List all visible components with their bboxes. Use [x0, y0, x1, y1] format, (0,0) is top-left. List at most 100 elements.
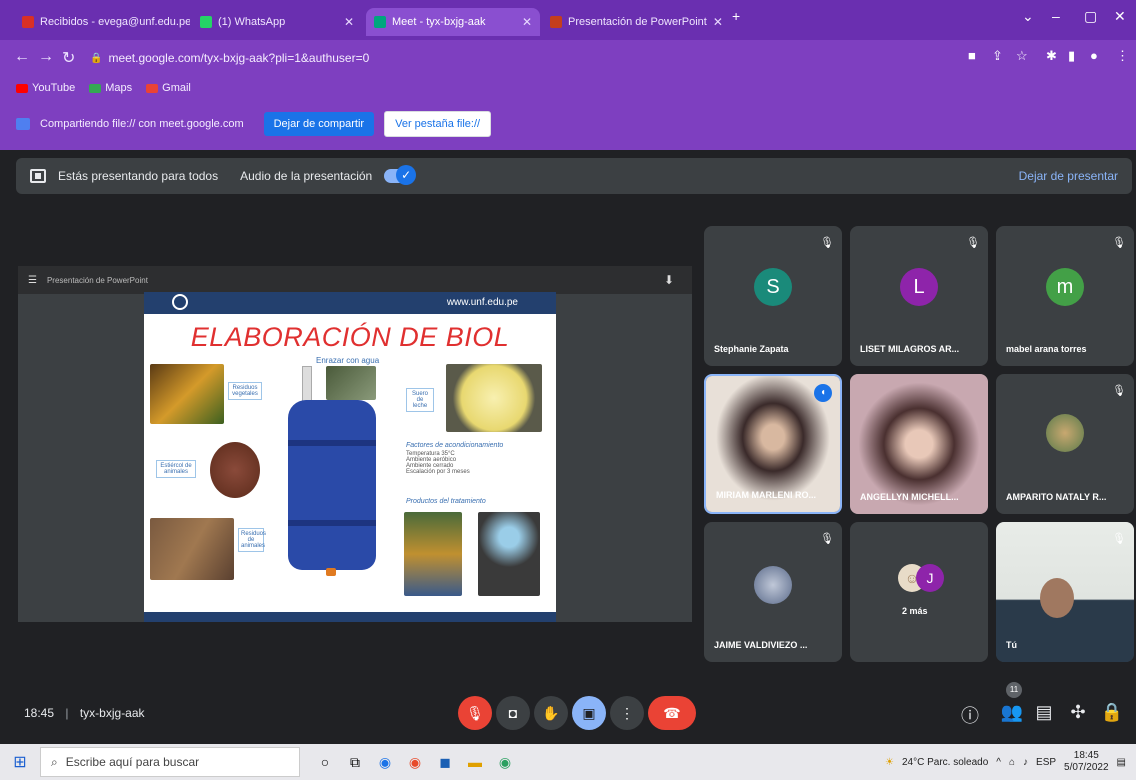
participant-tile[interactable]: 🎙 L LISET MILAGROS AR... [850, 226, 988, 366]
menu-icon[interactable]: ⋮ [1116, 48, 1129, 64]
file-explorer-icon[interactable]: ▬ [460, 754, 490, 770]
taskbar-search[interactable]: ⌕ Escribe aquí para buscar [40, 747, 300, 777]
camera-icon[interactable]: ■ [968, 48, 976, 63]
mic-button[interactable]: 🎙 [458, 696, 492, 730]
participant-tile[interactable]: ◖ MIRIAM MARLENI RO... [704, 374, 842, 514]
powerpoint-icon [550, 16, 562, 28]
network-icon[interactable]: ⌂ [1009, 757, 1015, 768]
hang-up-button[interactable]: ☎ [648, 696, 696, 730]
host-controls-icon[interactable]: 🔒 [1100, 702, 1124, 723]
profile-icon[interactable]: ● [1090, 48, 1098, 63]
liquid-photo [404, 512, 462, 596]
cortana-icon[interactable]: ○ [310, 754, 340, 770]
new-tab-icon[interactable]: + [732, 8, 740, 24]
tab-meet[interactable]: Meet - tyx-bxjg-aak ✕ [366, 8, 540, 36]
participant-tile[interactable]: 🎙 JAIME VALDIVIEZO ... [704, 522, 842, 662]
download-icon[interactable]: ⬇ [664, 273, 674, 287]
slide-header: www.unf.edu.pe [144, 292, 556, 314]
chrome-icon[interactable]: ◉ [400, 754, 430, 771]
tab-label: Presentación de PowerPoint [568, 16, 707, 28]
edge-icon[interactable]: ◉ [370, 754, 400, 771]
menu-icon[interactable]: ☰ [28, 275, 37, 286]
close-icon[interactable]: ✕ [344, 15, 354, 29]
participant-tile[interactable]: ANGELLYN MICHELL... [850, 374, 988, 514]
address-bar[interactable]: 🔒 meet.google.com/tyx-bxjg-aak?pli=1&aut… [90, 46, 940, 70]
window-icon[interactable]: ▮ [1068, 48, 1075, 64]
manure-photo [210, 442, 260, 498]
participant-tile[interactable]: 🎙 AMPARITO NATALY R... [996, 374, 1134, 514]
activities-icon[interactable]: ✣ [1066, 702, 1090, 723]
participant-name: JAIME VALDIVIEZO ... [714, 640, 808, 650]
tab-label: Recibidos - evega@unf.edu.pe [40, 16, 190, 28]
whey-photo [446, 364, 542, 432]
avatar: S [754, 268, 792, 306]
back-icon[interactable]: ← [14, 48, 30, 66]
forward-icon[interactable]: → [38, 48, 54, 66]
bookmark-youtube[interactable]: YouTube [16, 82, 75, 94]
present-button[interactable]: ▣ [572, 696, 606, 730]
participant-tile[interactable]: 🎙 S Stephanie Zapata [704, 226, 842, 366]
participant-name: Stephanie Zapata [714, 344, 789, 354]
mic-off-icon: 🎙 [820, 533, 834, 545]
slide-toolbar: ☰ Presentación de PowerPoint ⬇ [18, 266, 692, 294]
participant-tile[interactable]: 🎙 m mabel arana torres [996, 226, 1134, 366]
slide-title: ELABORACIÓN DE BIOL [190, 322, 510, 352]
outlook-icon[interactable]: ◼ [430, 754, 460, 771]
avatar: m [1046, 268, 1084, 306]
mic-off-icon: 🎙 [966, 237, 980, 249]
chrome-app-icon[interactable]: ◉ [490, 754, 520, 771]
close-icon[interactable]: ✕ [713, 15, 723, 29]
clock[interactable]: 18:45 5/07/2022 [1064, 750, 1109, 774]
people-icon[interactable]: 👥 [1000, 702, 1024, 723]
minimize-icon[interactable]: – [1052, 8, 1060, 24]
slide-label: Residuos de animales [238, 528, 266, 552]
tab-gmail[interactable]: Recibidos - evega@unf.edu.pe ✕ [14, 8, 190, 36]
tab-label: (1) WhatsApp [218, 16, 286, 28]
more-participants-tile[interactable]: ☺ J 2 más [850, 522, 988, 662]
camera-button[interactable]: ◘ [496, 696, 530, 730]
more-count: 2 más [902, 606, 928, 616]
raise-hand-button[interactable]: ✋ [534, 696, 568, 730]
present-screen-icon [30, 169, 46, 183]
close-icon[interactable]: ✕ [522, 15, 532, 29]
bookmark-gmail[interactable]: Gmail [146, 82, 191, 94]
share-icon[interactable]: ⇪ [992, 48, 1003, 64]
task-view-icon[interactable]: ⧉ [340, 754, 370, 771]
self-tile[interactable]: 🎙 Tú [996, 522, 1134, 662]
close-window-icon[interactable]: ✕ [1114, 8, 1126, 25]
language-indicator[interactable]: ESP [1036, 757, 1056, 768]
tab-label: Meet - tyx-bxjg-aak [392, 16, 486, 28]
bookmark-maps[interactable]: Maps [89, 82, 132, 94]
meeting-code: tyx-bxjg-aak [79, 706, 145, 720]
view-tab-button[interactable]: Ver pestaña file:// [384, 111, 492, 137]
tab-powerpoint[interactable]: Presentación de PowerPoint ✕ [542, 8, 724, 36]
info-icon[interactable]: ⓘ [958, 702, 982, 728]
reload-icon[interactable]: ↻ [62, 48, 75, 68]
maximize-icon[interactable]: ▢ [1084, 8, 1097, 25]
stop-sharing-button[interactable]: Dejar de compartir [263, 112, 375, 136]
more-options-button[interactable]: ⋮ [610, 696, 644, 730]
tray-arrow-icon[interactable]: ^ [996, 757, 1001, 768]
animals-photo [150, 518, 234, 580]
presenting-text: Estás presentando para todos [58, 169, 219, 183]
windows-start-icon[interactable]: ⊞ [0, 752, 40, 772]
tab-whatsapp[interactable]: (1) WhatsApp ✕ [192, 8, 362, 36]
slide-label: Suero de leche [406, 388, 434, 412]
slide-url: www.unf.edu.pe [446, 297, 518, 308]
mic-off-icon: 🎙 [820, 237, 834, 249]
avatar: J [916, 564, 944, 592]
notification-icon[interactable]: ▤ [1117, 757, 1126, 768]
star-icon[interactable]: ☆ [1016, 48, 1028, 64]
volume-icon[interactable]: ♪ [1023, 757, 1028, 768]
extensions-icon[interactable]: ✱ [1046, 48, 1057, 64]
url-text: meet.google.com/tyx-bxjg-aak?pli=1&authu… [108, 51, 370, 65]
chevron-down-icon[interactable]: ⌄ [1022, 8, 1034, 25]
avatar: L [900, 268, 938, 306]
mic-off-icon: 🎙 [1112, 533, 1126, 545]
presentation-view: ☰ Presentación de PowerPoint ⬇ www.unf.e… [18, 266, 692, 622]
audio-toggle[interactable] [384, 165, 417, 185]
meet-icon [374, 16, 386, 28]
avatar [1046, 414, 1084, 452]
chat-icon[interactable]: ▤ [1032, 702, 1056, 723]
stop-presenting-link[interactable]: Dejar de presentar [1019, 169, 1118, 183]
